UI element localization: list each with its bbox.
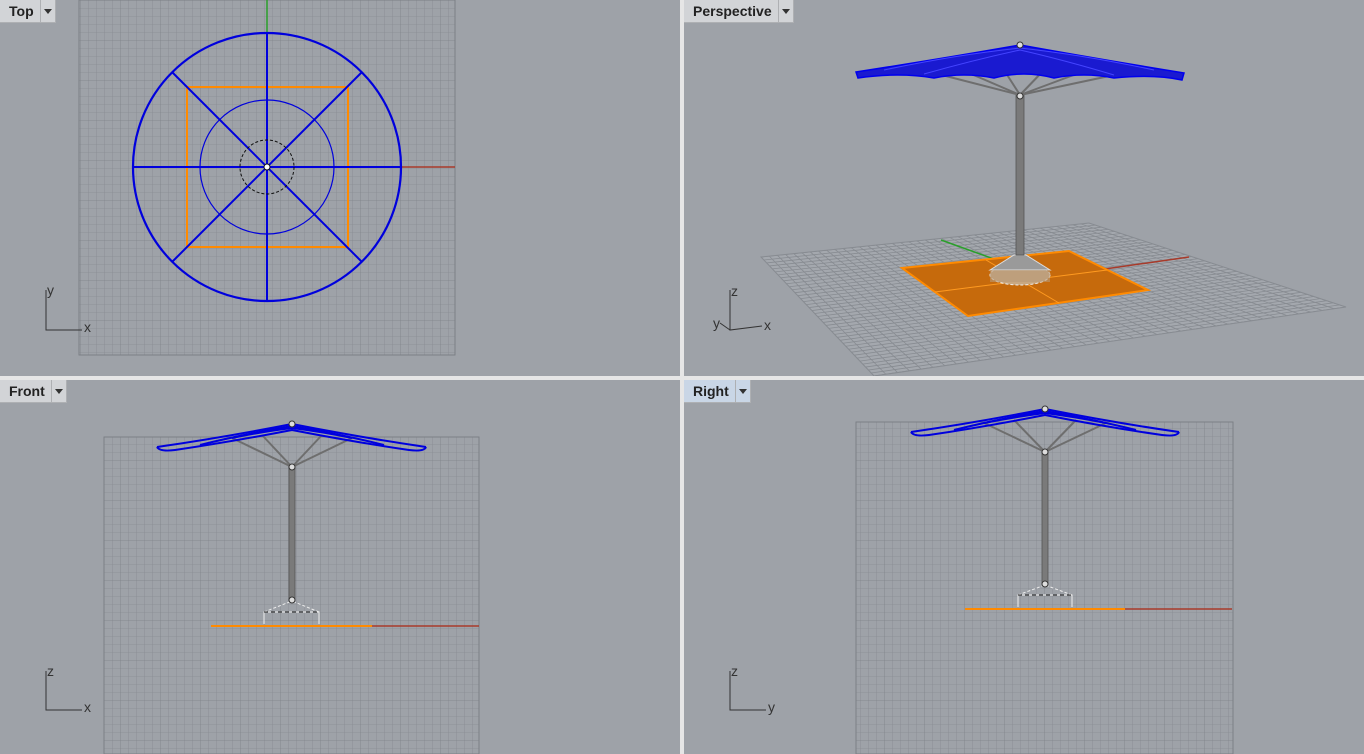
svg-text:y: y	[768, 699, 775, 715]
svg-text:z: z	[731, 283, 738, 299]
viewport-perspective[interactable]: Perspective z x y	[684, 0, 1364, 376]
pole[interactable]	[1015, 94, 1025, 256]
viewport-tab-front[interactable]: Front	[0, 380, 67, 403]
viewport-title[interactable]: Right	[684, 380, 735, 402]
right-canvas[interactable]: z y	[684, 380, 1364, 754]
front-canvas[interactable]: z x	[0, 380, 680, 754]
viewport-top[interactable]: Top y x	[0, 0, 680, 376]
viewport-title[interactable]: Perspective	[684, 0, 778, 22]
viewport-tab-perspective[interactable]: Perspective	[684, 0, 794, 23]
svg-text:x: x	[84, 319, 91, 335]
svg-text:z: z	[731, 663, 738, 679]
viewport-title[interactable]: Front	[0, 380, 51, 402]
axis-indicator: z x	[45, 663, 91, 715]
pole[interactable]	[288, 466, 296, 601]
viewport-tab-right[interactable]: Right	[684, 380, 751, 403]
viewport-right[interactable]: Right z y	[684, 380, 1364, 754]
viewport-menu-dropdown-icon[interactable]	[39, 0, 55, 22]
viewport-menu-dropdown-icon[interactable]	[777, 0, 793, 22]
viewport-tab-top[interactable]: Top	[0, 0, 56, 23]
svg-text:y: y	[47, 282, 54, 298]
viewport-front[interactable]: Front z x	[0, 380, 680, 754]
viewport-title[interactable]: Top	[0, 0, 40, 22]
viewport-menu-dropdown-icon[interactable]	[50, 380, 66, 402]
svg-text:y: y	[713, 315, 720, 331]
top-canvas[interactable]: y x	[0, 0, 680, 376]
axis-indicator: z x y	[713, 283, 771, 333]
svg-text:z: z	[47, 663, 54, 679]
pole[interactable]	[1041, 451, 1049, 585]
svg-text:x: x	[84, 699, 91, 715]
viewport-menu-dropdown-icon[interactable]	[734, 380, 750, 402]
axis-indicator: z y	[729, 663, 775, 715]
perspective-canvas[interactable]: z x y	[684, 0, 1364, 376]
canopy[interactable]	[855, 44, 1185, 81]
svg-text:x: x	[764, 317, 771, 333]
